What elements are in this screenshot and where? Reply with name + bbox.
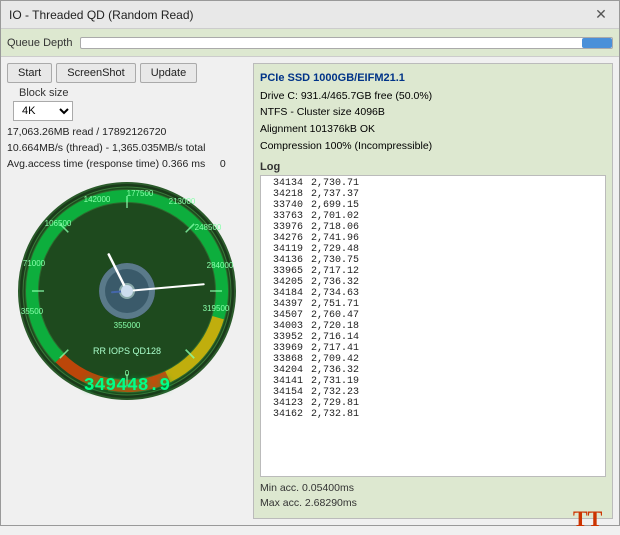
log-row: 339762,718.06: [265, 222, 601, 233]
device-info: PCIe SSD 1000GB/EIFM21.1 Drive C: 931.4/…: [260, 70, 606, 155]
log-row: 341342,730.71: [265, 178, 601, 189]
device-line2: NTFS - Cluster size 4096B: [260, 104, 606, 121]
stats-block: 17,063.26MB read / 17892126720 10.664MB/…: [7, 125, 247, 172]
svg-text:35500: 35500: [21, 307, 44, 316]
main-content: Start ScreenShot Update Block size 4K 17…: [1, 57, 619, 525]
screenshot-button[interactable]: ScreenShot: [56, 63, 135, 83]
log-row: 337632,701.02: [265, 211, 601, 222]
svg-text:71000: 71000: [23, 259, 46, 268]
stats-line1: 17,063.26MB read / 17892126720: [7, 125, 247, 141]
queue-depth-fill: [582, 38, 612, 48]
log-row: 343972,751.71: [265, 299, 601, 310]
device-line4: Compression 100% (Incompressible): [260, 138, 606, 155]
log-row: 337402,699.15: [265, 200, 601, 211]
svg-text:355000: 355000: [114, 321, 141, 330]
gauge: 35500 71000 106500 142000 177500 213000 …: [12, 176, 242, 406]
footer-stats: Min acc. 0.05400ms Max acc. 2.68290ms: [260, 481, 606, 513]
log-area[interactable]: 341342,730.71342182,737.37337402,699.153…: [260, 175, 606, 477]
queue-depth-bar: Queue Depth: [1, 29, 619, 57]
log-row: 341232,729.81: [265, 398, 601, 409]
close-button[interactable]: ✕: [591, 5, 611, 25]
log-row: 341542,732.23: [265, 387, 601, 398]
log-row: 345072,760.47: [265, 310, 601, 321]
svg-text:TT: TT: [573, 506, 603, 531]
device-line3: Alignment 101376kB OK: [260, 121, 606, 138]
device-line1: Drive C: 931.4/465.7GB free (50.0%): [260, 88, 606, 105]
log-row: 342182,737.37: [265, 189, 601, 200]
update-button[interactable]: Update: [140, 63, 197, 83]
log-row: 339522,716.14: [265, 332, 601, 343]
start-button[interactable]: Start: [7, 63, 52, 83]
queue-depth-label: Queue Depth: [7, 37, 72, 49]
min-acc: Min acc. 0.05400ms: [260, 481, 606, 497]
right-panel: PCIe SSD 1000GB/EIFM21.1 Drive C: 931.4/…: [253, 63, 613, 519]
log-row: 340032,720.18: [265, 321, 601, 332]
log-row: 338682,709.42: [265, 354, 601, 365]
block-size-label: Block size: [19, 87, 73, 99]
max-acc: Max acc. 2.68290ms: [260, 496, 606, 512]
log-row: 342052,736.32: [265, 277, 601, 288]
svg-text:319500: 319500: [203, 304, 230, 313]
log-label: Log: [260, 161, 606, 173]
log-row: 341362,730.75: [265, 255, 601, 266]
stats-line3: Avg.access time (response time) 0.366 ms…: [7, 157, 247, 173]
svg-text:248500: 248500: [195, 223, 222, 232]
block-size-select[interactable]: 4K: [13, 101, 73, 121]
svg-text:106500: 106500: [45, 219, 72, 228]
svg-text:284000: 284000: [207, 261, 234, 270]
svg-text:142000: 142000: [84, 195, 111, 204]
svg-text:177500: 177500: [127, 189, 154, 198]
left-panel: Start ScreenShot Update Block size 4K 17…: [7, 63, 247, 519]
main-window: IO - Threaded QD (Random Read) ✕ Queue D…: [0, 0, 620, 526]
stats-line2: 10.664MB/s (thread) - 1,365.035MB/s tota…: [7, 141, 247, 157]
log-row: 341192,729.48: [265, 244, 601, 255]
queue-depth-track[interactable]: [80, 37, 613, 49]
device-title: PCIe SSD 1000GB/EIFM21.1: [260, 70, 606, 88]
tt-logo: TT: [573, 504, 609, 535]
gauge-value: 349448.9: [84, 376, 170, 396]
log-row: 342762,741.96: [265, 233, 601, 244]
log-row: 341622,732.81: [265, 409, 601, 420]
log-row: 339692,717.41: [265, 343, 601, 354]
log-row: 339652,717.12: [265, 266, 601, 277]
log-row: 341412,731.19: [265, 376, 601, 387]
window-title: IO - Threaded QD (Random Read): [9, 8, 194, 22]
log-row: 341842,734.63: [265, 288, 601, 299]
toolbar: Start ScreenShot Update Block size 4K: [7, 63, 247, 121]
title-bar: IO - Threaded QD (Random Read) ✕: [1, 1, 619, 29]
log-row: 342042,736.32: [265, 365, 601, 376]
svg-text:RR IOPS QD128: RR IOPS QD128: [93, 346, 161, 356]
svg-text:213000: 213000: [169, 197, 196, 206]
